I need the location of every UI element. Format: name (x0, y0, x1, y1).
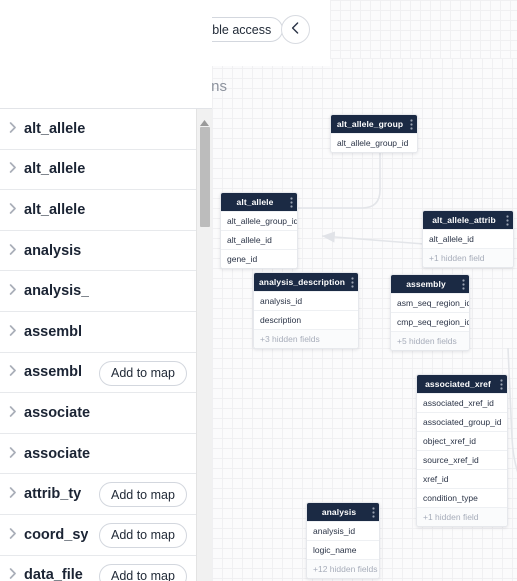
map-node[interactable]: analysis analysis_id logic_name +12 hidden … (306, 502, 380, 579)
kebab-menu-icon[interactable] (410, 115, 413, 133)
map-node-header[interactable]: assembly (391, 275, 469, 293)
table-row[interactable]: analysis (0, 230, 212, 272)
chevron-right-icon[interactable] (9, 485, 17, 503)
map-node-title: analysis_description (258, 277, 346, 287)
kebab-menu-icon[interactable] (462, 275, 465, 293)
table-row[interactable]: assembl Add to map (0, 352, 212, 394)
map-node-field[interactable]: asm_seq_region_id (391, 293, 469, 312)
add-to-map-button[interactable]: Add to map (99, 360, 187, 386)
table-list-scrollbar[interactable] (196, 109, 212, 581)
chevron-right-icon[interactable] (9, 201, 17, 219)
table-row[interactable]: alt_allele (0, 190, 212, 231)
left-panel: alt_allele alt_allele alt_allele analysis an… (0, 0, 212, 581)
map-node-hidden-fields-note[interactable]: +3 hidden fields (254, 329, 358, 348)
table-row-label: alt_allele (24, 201, 86, 218)
chevron-right-icon[interactable] (9, 526, 17, 544)
kebab-menu-icon[interactable] (500, 375, 503, 393)
collapse-panel-button[interactable] (281, 15, 310, 44)
map-node-hidden-fields-note[interactable]: +5 hidden fields (391, 331, 469, 350)
chevron-right-icon[interactable] (9, 242, 17, 260)
map-node-field[interactable]: description (254, 310, 358, 329)
map-node-field[interactable]: gene_id (221, 249, 297, 268)
chevron-left-icon (291, 22, 300, 37)
map-node-field[interactable]: alt_allele_id (423, 229, 513, 248)
chevron-right-icon[interactable] (9, 404, 17, 422)
table-row-label: data_file (24, 567, 83, 581)
map-node-hidden-fields-note[interactable]: +1 hidden field (417, 507, 507, 526)
map-canvas-left-gap (212, 58, 330, 66)
map-node-title: assembly (406, 279, 446, 289)
map-node-header[interactable]: alt_allele (221, 193, 297, 211)
chevron-right-icon[interactable] (9, 363, 17, 381)
map-node-title: associated_xref (425, 379, 491, 389)
map-node-field[interactable]: analysis_id (307, 521, 379, 540)
table-row-label: alt_allele (24, 120, 86, 137)
map-node-title: alt_allele (236, 197, 274, 207)
map-node-field[interactable]: associated_group_id (417, 412, 507, 431)
map-node-field[interactable]: associated_xref_id (417, 393, 507, 412)
map-node-field[interactable]: alt_allele_group_id (221, 211, 297, 230)
table-row-label: associate (24, 445, 91, 462)
scrollbar-thumb[interactable] (199, 127, 210, 227)
chevron-right-icon[interactable] (9, 120, 17, 138)
map-node-field[interactable]: logic_name (307, 540, 379, 559)
table-row-label: assembl (24, 364, 83, 381)
add-to-map-button[interactable]: Add to map (99, 563, 187, 581)
chevron-right-icon[interactable] (9, 160, 17, 178)
table-row[interactable]: assembl (0, 311, 212, 353)
kebab-menu-icon[interactable] (372, 503, 375, 521)
map-node-field[interactable]: alt_allele_id (221, 230, 297, 249)
map-node-title: alt_allele_group (336, 119, 404, 129)
map-node-field[interactable]: source_xref_id (417, 450, 507, 469)
table-row[interactable]: attrib_ty Add to map (0, 474, 212, 515)
map-node-field[interactable]: alt_allele_group_id (331, 133, 417, 152)
kebab-menu-icon[interactable] (351, 273, 354, 291)
map-node-header[interactable]: associated_xref (417, 375, 507, 393)
map-node[interactable]: assembly asm_seq_region_id cmp_seq_region_… (390, 274, 470, 351)
table-list[interactable]: alt_allele alt_allele alt_allele analysis an… (0, 109, 212, 581)
table-row-label: assembl (24, 323, 83, 340)
table-row[interactable]: associate (0, 433, 212, 475)
table-row[interactable]: alt_allele (0, 109, 212, 150)
map-node-hidden-fields-note[interactable]: +1 hidden field (423, 248, 513, 267)
table-row-label: attrib_ty (24, 486, 82, 503)
chevron-right-icon[interactable] (9, 566, 17, 581)
map-node-field[interactable]: object_xref_id (417, 431, 507, 450)
table-row-label: analysis_ (24, 283, 90, 300)
chevron-right-icon[interactable] (9, 323, 17, 341)
database-map-app: alt_allele_group alt_allele_group_id alt_a… (0, 0, 517, 581)
table-row-label: analysis (24, 242, 82, 259)
chevron-right-icon[interactable] (9, 445, 17, 463)
map-node-field[interactable]: xref_id (417, 469, 507, 488)
map-node-hidden-fields-note[interactable]: +12 hidden fields (307, 559, 379, 578)
map-node-field[interactable]: condition_type (417, 488, 507, 507)
add-to-map-button[interactable]: Add to map (99, 522, 187, 548)
map-node-field[interactable]: analysis_id (254, 291, 358, 310)
map-node-header[interactable]: alt_allele_group (331, 115, 417, 133)
map-node-title: alt_allele_attrib (432, 215, 496, 225)
chevron-right-icon[interactable] (9, 282, 17, 300)
table-row[interactable]: associate (0, 393, 212, 434)
table-row-label: coord_sy (24, 526, 89, 543)
map-node[interactable]: analysis_description analysis_id descripti… (253, 272, 359, 349)
map-node[interactable]: alt_allele_group alt_allele_group_id (330, 114, 418, 153)
map-node[interactable]: associated_xref associated_xref_id associa… (416, 374, 508, 527)
table-row[interactable]: data_file Add to map (0, 555, 212, 581)
table-row-label: associate (24, 404, 91, 421)
table-row[interactable]: coord_sy Add to map (0, 514, 212, 556)
map-node[interactable]: alt_allele_attrib alt_allele_id +1 hidden … (422, 210, 514, 268)
map-node[interactable]: alt_allele alt_allele_group_id alt_allele_… (220, 192, 298, 269)
map-node-header[interactable]: analysis (307, 503, 379, 521)
map-node-field[interactable]: cmp_seq_region_id (391, 312, 469, 331)
add-to-map-button[interactable]: Add to map (99, 482, 187, 508)
map-node-header[interactable]: analysis_description (254, 273, 358, 291)
map-node-header[interactable]: alt_allele_attrib (423, 211, 513, 229)
map-node-title: analysis (321, 507, 357, 517)
table-row[interactable]: analysis_ (0, 271, 212, 312)
kebab-menu-icon[interactable] (290, 193, 293, 211)
table-row-label: alt_allele (24, 161, 86, 178)
kebab-menu-icon[interactable] (506, 211, 509, 229)
table-row[interactable]: alt_allele (0, 149, 212, 191)
map-canvas-header-strip (330, 0, 517, 58)
